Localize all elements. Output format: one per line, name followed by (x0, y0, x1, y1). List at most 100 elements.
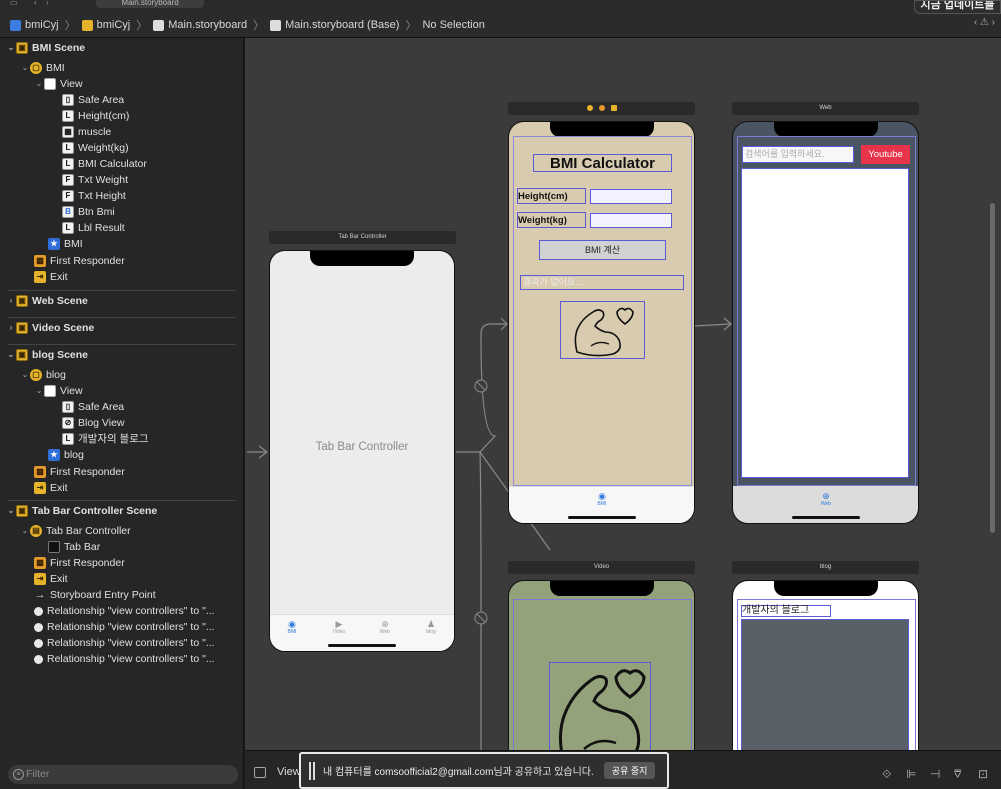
web-scene[interactable]: 검색어를 입력하세요. Youtube ⊕ Web (732, 121, 919, 524)
tab-item-video[interactable]: ▶ Video (329, 619, 349, 635)
scene-header-video[interactable]: Video (508, 561, 695, 574)
height-label[interactable]: Height(cm) (517, 188, 586, 204)
outline-tabbar-scene[interactable]: ⌄ ▣ Tab Bar Controller Scene (0, 503, 244, 519)
tab-item-blog[interactable]: ♟ blog (421, 619, 441, 635)
update-popup[interactable]: 지금 업데이트들 (914, 0, 1001, 14)
bmi-scene[interactable]: BMI Calculator Height(cm) Weight(kg) BMI… (508, 121, 695, 524)
outline-item[interactable]: Tab Bar (0, 539, 244, 555)
outline-item[interactable]: Relationship "view controllers" to "... (0, 619, 244, 635)
result-label[interactable]: 결과가 없어요... (520, 275, 684, 290)
stop-sharing-button[interactable]: 공유 중지 (603, 762, 656, 779)
outline-item[interactable]: ▩ First Responder (0, 464, 244, 480)
outline-bmi-view[interactable]: ⌄ View (0, 76, 244, 92)
disclosure-open-icon[interactable]: ⌄ (34, 76, 44, 92)
outline-item[interactable]: ⊘ Blog View (0, 415, 244, 431)
outline-tabbar-vc[interactable]: ⌄ ▤ Tab Bar Controller (0, 523, 244, 539)
breadcrumb-base[interactable]: Main.storyboard (Base) (285, 19, 399, 31)
blog-web-view[interactable] (741, 619, 909, 750)
video-scene[interactable] (508, 580, 695, 750)
outline-item[interactable]: L Weight(kg) (0, 140, 244, 156)
outline-item[interactable]: L Height(cm) (0, 108, 244, 124)
outline-item[interactable]: ▩ First Responder (0, 555, 244, 571)
muscle-image[interactable] (560, 301, 645, 359)
outline-item[interactable]: ⇥ Exit (0, 480, 244, 496)
outline-item[interactable]: ★ blog (0, 447, 244, 463)
weight-text-field[interactable] (590, 213, 672, 228)
scene-header-bmi[interactable] (508, 102, 695, 115)
outline-item[interactable]: F Txt Weight (0, 172, 244, 188)
search-field[interactable]: 검색어를 입력하세요. (742, 146, 854, 163)
disclosure-open-icon[interactable]: ⌄ (34, 383, 44, 399)
navigator-toggle-icon[interactable]: ▭ (10, 0, 18, 7)
exit-dock-icon[interactable] (610, 105, 617, 111)
web-view[interactable] (741, 168, 909, 478)
outline-toggle-icon[interactable] (254, 767, 266, 778)
outline-item[interactable]: ⇥ Exit (0, 269, 244, 285)
youtube-button[interactable]: Youtube (861, 145, 910, 164)
outline-item[interactable]: ⇥ Exit (0, 571, 244, 587)
disclosure-open-icon[interactable]: ⌄ (20, 523, 30, 539)
weight-label[interactable]: Weight(kg) (517, 212, 586, 228)
warning-icon[interactable]: ‹ ⚠ › (974, 17, 995, 28)
outline-item[interactable]: L 개발자의 블로그 (0, 431, 244, 447)
blog-scene[interactable]: 개발자의 블로그 (732, 580, 919, 750)
tab-item-web[interactable]: ⊕ Web (816, 491, 836, 507)
blog-title-label[interactable]: 개발자의 블로그 (741, 605, 831, 617)
vc-dock-icon[interactable] (586, 105, 593, 111)
tab-item-bmi[interactable]: ◉ BMI (592, 491, 612, 507)
bmi-title-label[interactable]: BMI Calculator (533, 154, 672, 172)
outline-item[interactable]: L Lbl Result (0, 220, 244, 236)
height-text-field[interactable] (590, 189, 672, 204)
outline-item[interactable]: ▩ First Responder (0, 253, 244, 269)
outline-item[interactable]: ▦ muscle (0, 124, 244, 140)
add-constraints-icon[interactable]: ⊣ (930, 767, 940, 781)
forward-icon[interactable]: › (46, 0, 49, 7)
tab-item-bmi[interactable]: ◉ BMI (282, 619, 302, 635)
outline-item[interactable]: B Btn Bmi (0, 204, 244, 220)
resolve-issues-icon[interactable]: ⩢ (954, 767, 961, 782)
scene-header-blog[interactable]: blog (732, 561, 919, 574)
align-icon[interactable]: ⊫ (906, 767, 916, 781)
outline-filter-field[interactable]: ≡ Filter (8, 765, 238, 784)
outline-blog-vc[interactable]: ⌄ ▢ blog (0, 367, 244, 383)
view-as-label[interactable]: View (277, 766, 301, 778)
embed-in-icon[interactable]: ⊡ (978, 767, 988, 781)
disclosure-closed-icon[interactable]: › (6, 320, 16, 336)
outline-item[interactable]: ★ BMI (0, 236, 244, 252)
scene-header-tabbar[interactable]: Tab Bar Controller (269, 231, 456, 244)
disclosure-open-icon[interactable]: ⌄ (6, 40, 16, 56)
outline-item[interactable]: Relationship "view controllers" to "... (0, 603, 244, 619)
outline-web-scene[interactable]: › ▣ Web Scene (0, 293, 244, 309)
outline-item[interactable]: Relationship "view controllers" to "... (0, 635, 244, 651)
disclosure-open-icon[interactable]: ⌄ (6, 503, 16, 519)
outline-item[interactable]: → Storyboard Entry Point (0, 587, 244, 603)
update-frames-icon[interactable]: ⟐ (882, 767, 891, 782)
outline-item[interactable]: L BMI Calculator (0, 156, 244, 172)
breadcrumb-file[interactable]: Main.storyboard (168, 19, 247, 31)
disclosure-open-icon[interactable]: ⌄ (6, 347, 16, 363)
storyboard-canvas[interactable]: Tab Bar Controller Tab Bar Controller ◉ B… (245, 38, 1001, 750)
outline-bmi-scene[interactable]: ⌄ ▣ BMI Scene (0, 40, 244, 56)
tab-bar-controller-scene[interactable]: Tab Bar Controller ◉ BMI ▶ Video ⊕ Web ♟ blo… (269, 250, 455, 652)
first-responder-dock-icon[interactable] (598, 105, 605, 111)
tab-item-web[interactable]: ⊕ Web (375, 619, 395, 635)
outline-video-scene[interactable]: › ▣ Video Scene (0, 320, 244, 336)
outline-blog-view[interactable]: ⌄ View (0, 383, 244, 399)
outline-item[interactable]: ▯ Safe Area (0, 92, 244, 108)
video-muscle-image[interactable] (549, 662, 651, 750)
disclosure-open-icon[interactable]: ⌄ (20, 367, 30, 383)
disclosure-closed-icon[interactable]: › (6, 293, 16, 309)
bmi-calc-button[interactable]: BMI 계산 (539, 240, 666, 260)
outline-item[interactable]: F Txt Height (0, 188, 244, 204)
disclosure-open-icon[interactable]: ⌄ (20, 60, 30, 76)
breadcrumb-selection[interactable]: No Selection (422, 19, 484, 31)
breadcrumb-folder[interactable]: bmiCyj (97, 19, 131, 31)
outline-item[interactable]: Relationship "view controllers" to "... (0, 651, 244, 667)
outline-item[interactable]: ▯ Safe Area (0, 399, 244, 415)
outline-blog-scene[interactable]: ⌄ ▣ blog Scene (0, 347, 244, 363)
vertical-scrollbar[interactable] (990, 203, 995, 533)
outline-bmi-vc[interactable]: ⌄ ▢ BMI (0, 60, 244, 76)
scene-header-web[interactable]: Web (732, 102, 919, 115)
back-icon[interactable]: ‹ (34, 0, 37, 7)
breadcrumb-project[interactable]: bmiCyj (25, 19, 59, 31)
